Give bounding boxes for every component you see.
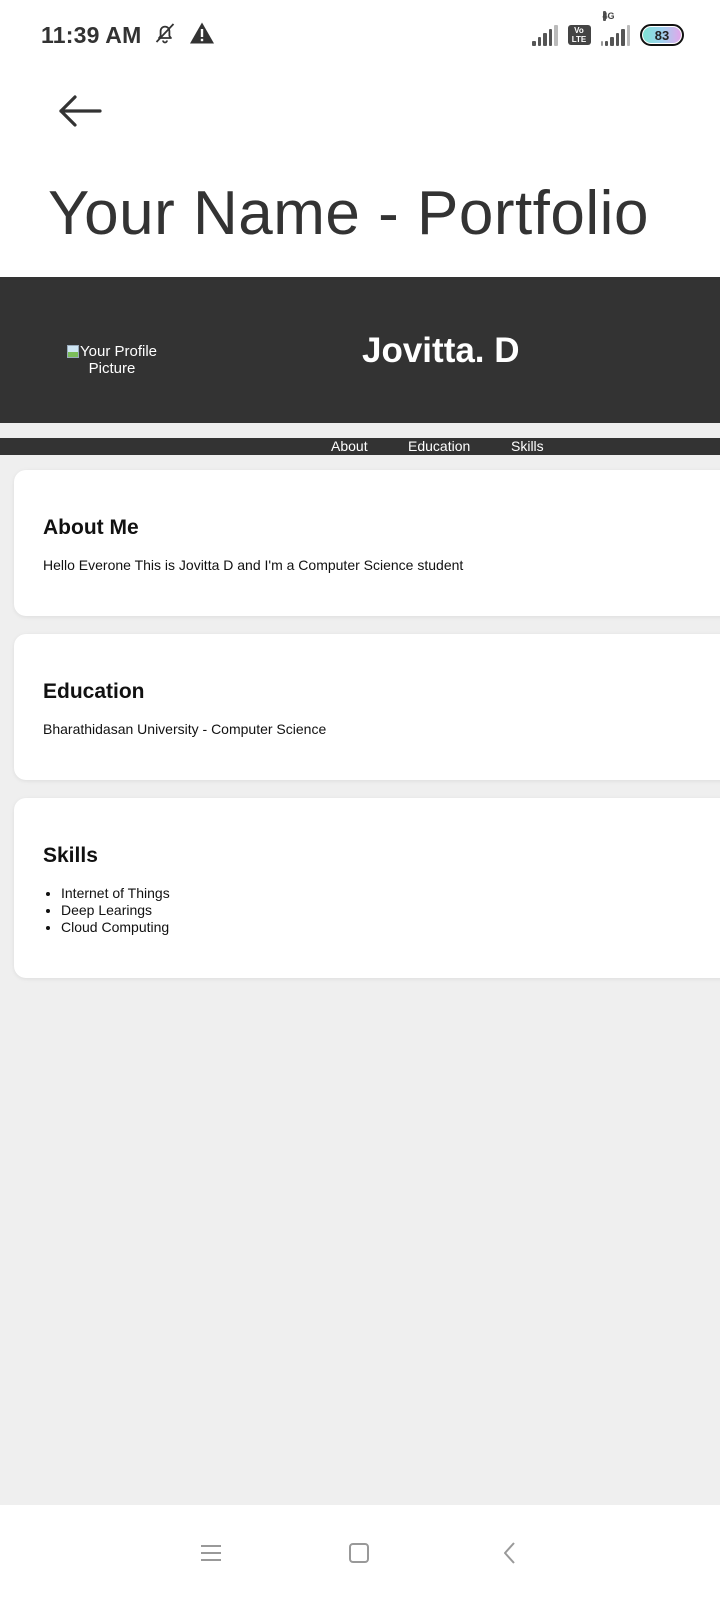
skills-section: Skills Internet of Things Deep Learings … <box>14 798 720 978</box>
bell-off-icon <box>153 21 177 50</box>
list-item: Cloud Computing <box>61 919 170 936</box>
about-text: Hello Everone This is Jovitta D and I'm … <box>43 557 464 573</box>
education-heading: Education <box>43 680 145 703</box>
about-heading: About Me <box>43 516 139 539</box>
status-left: 11:39 AM <box>41 21 215 50</box>
arrow-left-icon <box>57 94 103 133</box>
nav-link-skills[interactable]: Skills <box>511 438 544 455</box>
site-nav: About Education Skills <box>0 438 720 455</box>
status-time: 11:39 AM <box>41 21 142 48</box>
webview: Your Profile Picture Jovitta. D About Ed… <box>0 277 720 1505</box>
back-icon <box>500 1541 520 1570</box>
skills-heading: Skills <box>43 844 98 867</box>
status-right: Vo LTE 4G 83 <box>532 11 684 46</box>
volte-icon: Vo LTE <box>567 25 591 45</box>
site-header: Your Profile Picture Jovitta. D <box>0 277 720 423</box>
back-button[interactable] <box>50 88 110 138</box>
battery-icon: 83 <box>640 24 684 46</box>
profile-picture: Your Profile Picture <box>66 343 158 383</box>
volte-label-bottom: LTE <box>571 35 587 44</box>
menu-icon <box>199 1543 223 1568</box>
site-name: Jovitta. D <box>362 331 520 370</box>
page-title: Your Name - Portfolio <box>48 179 649 248</box>
list-item: Internet of Things <box>61 885 170 902</box>
education-text: Bharathidasan University - Computer Scie… <box>43 721 327 737</box>
network-type-label: 4G <box>602 11 615 21</box>
signal-4g-icon: 4G <box>600 11 630 46</box>
status-bar: 11:39 AM Vo LTE 4G 83 <box>0 0 720 70</box>
system-back-button[interactable] <box>488 1535 532 1575</box>
list-item: Deep Learings <box>61 902 170 919</box>
education-section: Education Bharathidasan University - Com… <box>14 634 720 780</box>
nav-link-about[interactable]: About <box>331 438 368 455</box>
nav-link-education[interactable]: Education <box>408 438 470 455</box>
battery-level: 83 <box>643 27 681 43</box>
home-icon <box>347 1541 371 1570</box>
volte-label-top: Vo <box>574 26 584 35</box>
broken-image-icon <box>67 345 79 358</box>
home-button[interactable] <box>337 1535 381 1575</box>
recents-button[interactable] <box>189 1535 233 1575</box>
about-section: About Me Hello Everone This is Jovitta D… <box>14 470 720 616</box>
warning-icon <box>189 21 215 50</box>
signal-icon <box>532 24 558 46</box>
profile-picture-alt: Your Profile Picture <box>80 343 157 377</box>
skills-list: Internet of Things Deep Learings Cloud C… <box>61 885 170 936</box>
